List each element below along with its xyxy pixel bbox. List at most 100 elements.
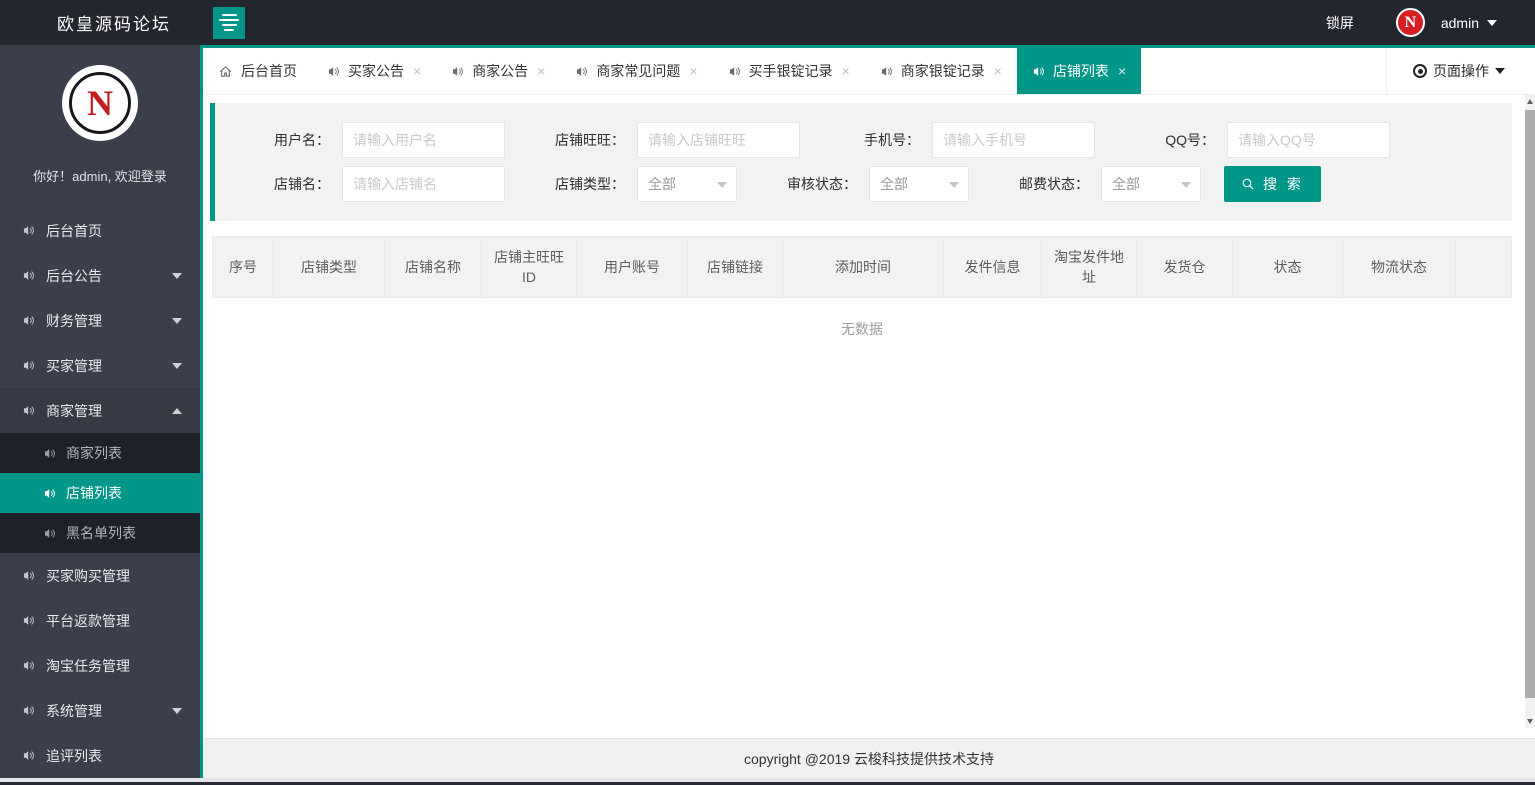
search-button[interactable]: 搜 索 xyxy=(1224,166,1321,202)
speaker-icon xyxy=(22,269,35,282)
triangle-down-icon xyxy=(1527,719,1533,724)
select-caret-icon xyxy=(1181,182,1191,188)
column-header-label: 店铺类型 xyxy=(301,259,357,275)
sidebar-item-label: 商家管理 xyxy=(46,402,102,419)
collapse-menu-button[interactable] xyxy=(213,6,245,39)
close-icon[interactable]: × xyxy=(537,64,545,78)
select-dropdown[interactable]: 全部 xyxy=(637,166,737,202)
select-value: 全部 xyxy=(880,176,908,192)
tab[interactable]: 商家常见问题 × xyxy=(560,48,712,94)
field-label: 店铺旺旺： xyxy=(555,132,625,148)
column-header: 店铺类型 xyxy=(274,237,385,297)
chevron-down-icon xyxy=(172,707,182,714)
column-header-label: 店铺链接 xyxy=(707,259,763,275)
sidebar-item[interactable]: 买家购买管理 xyxy=(0,553,200,598)
sidebar-item[interactable]: 后台首页 xyxy=(0,208,200,253)
tab[interactable]: 商家公告 × xyxy=(436,48,560,94)
tab-label: 后台首页 xyxy=(241,63,297,79)
sidebar-item-label: 追评列表 xyxy=(46,747,102,764)
page-operations-button[interactable]: 页面操作 xyxy=(1386,48,1535,94)
text-input[interactable] xyxy=(932,122,1095,158)
avatar-letter: N xyxy=(1404,13,1417,31)
column-header-label: 添加时间 xyxy=(835,259,891,275)
search-filter-panel: 用户名： 店铺旺旺： 手机号： QQ号： 店铺名： 店铺类型： 全部 审核状态： 全部 邮费状态：… xyxy=(210,103,1512,221)
menu-bar-icon xyxy=(221,24,237,26)
radio-target-icon xyxy=(1413,64,1427,78)
sidebar-subitem[interactable]: 黑名单列表 xyxy=(0,513,200,553)
column-header: 序号 xyxy=(213,237,274,297)
tab[interactable]: 商家银锭记录 × xyxy=(865,48,1017,94)
speaker-icon xyxy=(575,65,588,78)
sidebar-subitem-label: 黑名单列表 xyxy=(66,525,136,541)
sidebar-item[interactable]: 淘宝任务管理 xyxy=(0,643,200,688)
text-input[interactable] xyxy=(342,166,505,202)
close-icon[interactable]: × xyxy=(842,64,850,78)
text-input[interactable] xyxy=(1227,122,1390,158)
table-header-row: 序号 店铺类型 店铺名称 店铺主旺旺ID 用户账号 店铺链接 添加时间 发件信息 淘宝发件地址 发… xyxy=(212,236,1512,298)
sidebar-item[interactable]: 系统管理 xyxy=(0,688,200,733)
sidebar-item-label: 系统管理 xyxy=(46,702,102,719)
sidebar-item[interactable]: 平台返款管理 xyxy=(0,598,200,643)
field-label: 邮费状态： xyxy=(1019,176,1089,192)
close-icon[interactable]: × xyxy=(689,64,697,78)
logo-ring: N xyxy=(69,72,131,134)
tab[interactable]: 买手银锭记录 × xyxy=(713,48,865,94)
sidebar-item-label: 财务管理 xyxy=(46,312,102,329)
empty-table-message: 无数据 xyxy=(841,321,883,337)
close-icon[interactable]: × xyxy=(1118,64,1126,78)
column-header: 店铺链接 xyxy=(688,237,783,297)
tab[interactable]: 后台首页 xyxy=(203,48,312,94)
sidebar-item[interactable]: 买家管理 xyxy=(0,343,200,388)
user-avatar[interactable]: N xyxy=(1395,8,1425,37)
speaker-icon xyxy=(728,65,741,78)
speaker-icon xyxy=(43,447,56,460)
vertical-scrollbar[interactable] xyxy=(1525,95,1535,728)
select-dropdown[interactable]: 全部 xyxy=(1101,166,1201,202)
column-header: 发件信息 xyxy=(944,237,1042,297)
sidebar-subitem-label: 商家列表 xyxy=(66,445,122,461)
sidebar-item[interactable]: 商家管理 xyxy=(0,388,200,433)
speaker-icon xyxy=(22,359,35,372)
speaker-icon xyxy=(451,65,464,78)
column-header: 物流状态 xyxy=(1343,237,1456,297)
sidebar-subitem[interactable]: 店铺列表 xyxy=(0,473,200,513)
speaker-icon xyxy=(327,65,340,78)
tab-label: 买手银锭记录 xyxy=(748,63,833,79)
text-input[interactable] xyxy=(342,122,505,158)
sidebar: N 你好！admin, 欢迎登录 后台首页 后台公告 财务管理 买家管理 商家管理 商家列… xyxy=(0,45,203,778)
sidebar-item-label: 后台首页 xyxy=(46,222,102,239)
sidebar-item-label: 买家管理 xyxy=(46,357,102,374)
chevron-down-icon[interactable] xyxy=(1487,19,1497,26)
text-input[interactable] xyxy=(637,122,800,158)
speaker-icon xyxy=(22,314,35,327)
scrollbar-thumb[interactable] xyxy=(1525,110,1535,698)
close-icon[interactable]: × xyxy=(413,64,421,78)
logo-letter: N xyxy=(87,83,113,123)
field-label: 审核状态： xyxy=(787,176,857,192)
speaker-icon xyxy=(22,569,35,582)
field-label: 手机号： xyxy=(864,132,920,148)
sidebar-item[interactable]: 财务管理 xyxy=(0,298,200,343)
select-dropdown[interactable]: 全部 xyxy=(869,166,969,202)
column-header xyxy=(1456,237,1513,297)
sidebar-menu: 后台首页后台公告财务管理买家管理商家管理商家列表店铺列表黑名单列表买家购买管理平… xyxy=(0,208,200,778)
scroll-down-button[interactable] xyxy=(1525,715,1535,728)
select-caret-icon xyxy=(717,182,727,188)
scroll-up-button[interactable] xyxy=(1525,95,1535,108)
column-header-label: 发件信息 xyxy=(964,259,1021,275)
speaker-icon xyxy=(22,659,35,672)
column-header: 用户账号 xyxy=(577,237,688,297)
sidebar-item[interactable]: 追评列表 xyxy=(0,733,200,778)
tab[interactable]: 店铺列表 × xyxy=(1016,48,1142,94)
sidebar-subitem[interactable]: 商家列表 xyxy=(0,433,200,473)
column-header-label: 物流状态 xyxy=(1371,259,1427,275)
lock-screen-button[interactable]: 锁屏 xyxy=(1326,13,1354,33)
username-label[interactable]: admin xyxy=(1441,15,1479,31)
tab[interactable]: 买家公告 × xyxy=(312,48,436,94)
chevron-down-icon xyxy=(172,317,182,324)
tab-label: 商家常见问题 xyxy=(596,63,681,79)
sidebar-item[interactable]: 后台公告 xyxy=(0,253,200,298)
header-right-area: 锁屏 N admin xyxy=(1326,8,1535,37)
close-icon[interactable]: × xyxy=(994,64,1002,78)
chevron-down-icon xyxy=(1495,68,1505,74)
